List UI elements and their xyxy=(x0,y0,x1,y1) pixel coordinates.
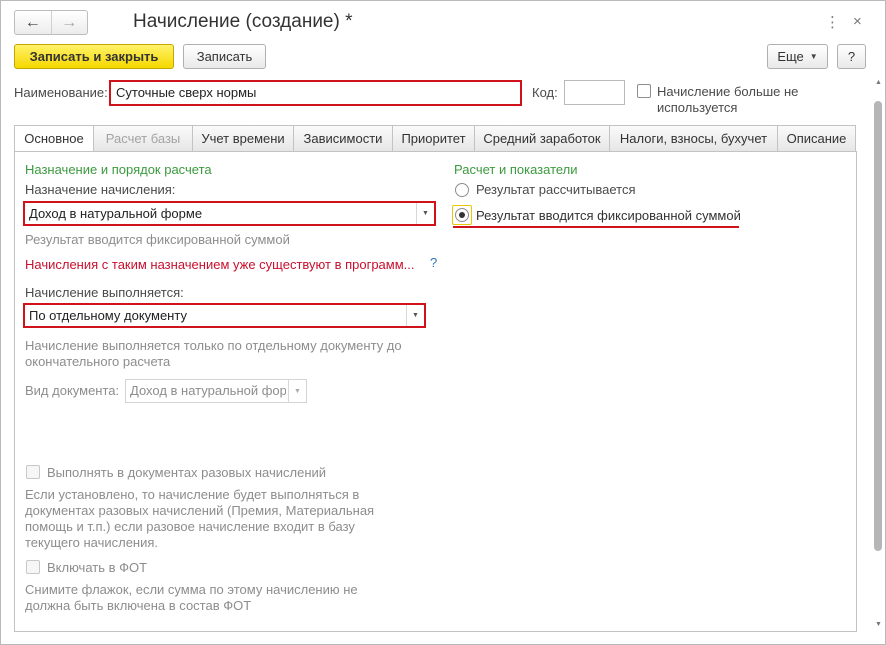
forward-arrow-icon[interactable]: → xyxy=(52,11,88,34)
one-time-hint-line: Если установлено, то начисление будет вы… xyxy=(25,487,360,502)
one-time-hint: Если установлено, то начисление будет вы… xyxy=(25,487,374,551)
tab-description[interactable]: Описание xyxy=(778,125,856,152)
not-used-checkbox[interactable] xyxy=(637,84,651,98)
page-title: Начисление (создание) * xyxy=(133,11,353,32)
fot-hint-line: должна быть включена в состав ФОТ xyxy=(25,598,252,613)
more-vertical-icon[interactable]: ⋮ xyxy=(825,13,840,31)
one-time-checkbox[interactable] xyxy=(26,465,40,479)
doc-type-select-value: Доход в натуральной фор xyxy=(130,383,286,398)
performed-select[interactable]: По отдельному документу ▼ xyxy=(23,303,426,328)
back-arrow-icon[interactable]: ← xyxy=(15,11,52,34)
tab-base-calculation[interactable]: Расчет базы xyxy=(94,125,193,152)
chevron-down-icon[interactable]: ▼ xyxy=(416,203,434,224)
performed-hint-line2: окончательного расчета xyxy=(25,354,171,369)
radio-fixed-amount-label[interactable]: Результат вводится фиксированной суммой xyxy=(476,208,741,224)
doc-type-label: Вид документа: xyxy=(25,383,120,398)
scroll-down-icon[interactable]: ▼ xyxy=(875,621,882,628)
form-window: ← → Начисление (создание) * ⋮ × Записать… xyxy=(0,0,886,645)
code-label: Код: xyxy=(532,85,558,100)
performed-hint-line1: Начисление выполняется только по отдельн… xyxy=(25,338,402,353)
tab-bar: Основное Расчет базы Учет времени Зависи… xyxy=(14,125,856,152)
one-time-hint-line: документах разовых начислений (Премия, М… xyxy=(25,503,375,518)
chevron-down-icon: ▼ xyxy=(809,52,818,61)
one-time-label: Выполнять в документах разовых начислени… xyxy=(47,465,327,480)
purpose-hint: Результат вводится фиксированной суммой xyxy=(25,232,290,247)
not-used-label-line2: используется xyxy=(657,100,738,115)
fot-label: Включать в ФОТ xyxy=(47,560,148,575)
warning-text[interactable]: Начисления с таким назначением уже сущес… xyxy=(25,257,415,273)
purpose-label: Назначение начисления: xyxy=(25,182,176,197)
save-button[interactable]: Записать xyxy=(183,44,266,69)
close-icon[interactable]: × xyxy=(853,13,862,30)
section-title-purpose: Назначение и порядок расчета xyxy=(25,162,212,177)
highlight-underline xyxy=(453,226,739,228)
purpose-select[interactable]: Доход в натуральной форме ▼ xyxy=(23,201,436,226)
name-label: Наименование: xyxy=(14,85,108,100)
tab-taxes-accounting[interactable]: Налоги, взносы, бухучет xyxy=(610,125,778,152)
code-input[interactable] xyxy=(564,80,625,105)
chevron-down-icon[interactable]: ▼ xyxy=(288,380,306,402)
save-and-close-button[interactable]: Записать и закрыть xyxy=(14,44,174,69)
fot-checkbox[interactable] xyxy=(26,560,40,574)
help-icon[interactable]: ? xyxy=(430,255,437,271)
more-button-label: Еще xyxy=(777,49,804,64)
tab-time-tracking[interactable]: Учет времени xyxy=(193,125,294,152)
name-input[interactable]: Суточные сверх нормы xyxy=(109,80,522,106)
performed-select-value: По отдельному документу xyxy=(29,308,187,323)
tab-average-earnings[interactable]: Средний заработок xyxy=(475,125,610,152)
purpose-select-value: Доход в натуральной форме xyxy=(29,206,203,221)
radio-fixed-amount[interactable] xyxy=(455,208,469,222)
scroll-up-icon[interactable]: ▲ xyxy=(875,79,882,86)
not-used-label: Начисление больше не используется xyxy=(657,84,798,116)
doc-type-select[interactable]: Доход в натуральной фор ▼ xyxy=(125,379,307,403)
performed-label: Начисление выполняется: xyxy=(25,285,184,300)
performed-hint: Начисление выполняется только по отдельн… xyxy=(25,338,402,370)
radio-calculated-label[interactable]: Результат рассчитывается xyxy=(476,182,636,198)
fot-hint-line: Снимите флажок, если сумма по этому начи… xyxy=(25,582,358,597)
one-time-hint-line: помощь и т.п.) если разовое начисление в… xyxy=(25,519,355,534)
help-button[interactable]: ? xyxy=(837,44,866,69)
tab-priority[interactable]: Приоритет xyxy=(393,125,475,152)
nav-buttons: ← → xyxy=(14,10,88,35)
fot-hint: Снимите флажок, если сумма по этому начи… xyxy=(25,582,358,614)
one-time-hint-line: текущего начисления. xyxy=(25,535,159,550)
chevron-down-icon[interactable]: ▼ xyxy=(406,305,424,326)
radio-calculated[interactable] xyxy=(455,183,469,197)
section-title-calculation: Расчет и показатели xyxy=(454,162,578,177)
not-used-label-line1: Начисление больше не xyxy=(657,84,799,99)
tab-main[interactable]: Основное xyxy=(14,125,94,152)
tab-dependencies[interactable]: Зависимости xyxy=(294,125,393,152)
more-button[interactable]: Еще ▼ xyxy=(767,44,828,69)
scrollbar-thumb[interactable] xyxy=(874,101,882,551)
